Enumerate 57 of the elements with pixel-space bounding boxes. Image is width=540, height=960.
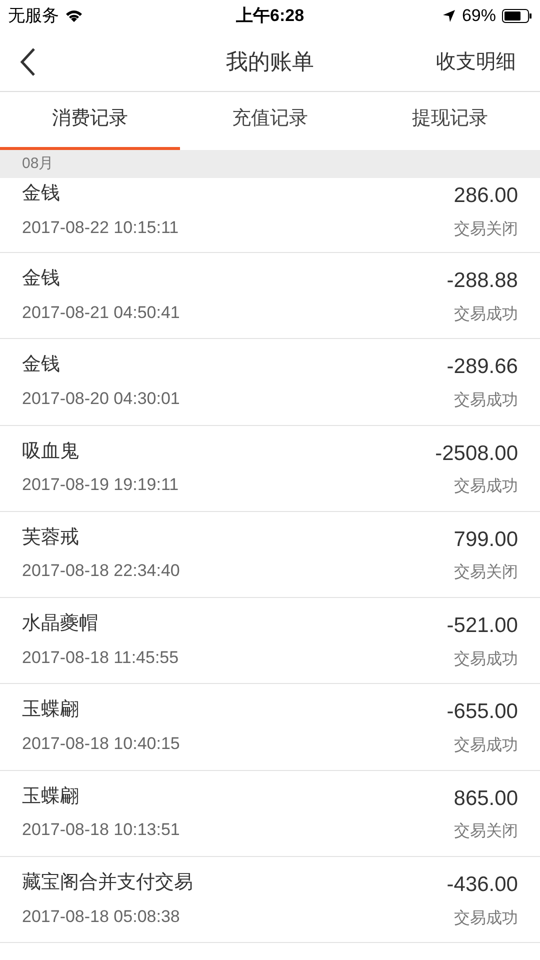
record-status: 交易关闭 bbox=[454, 220, 518, 240]
record-amount: -288.88 bbox=[446, 268, 518, 294]
record-status: 交易成功 bbox=[454, 650, 518, 670]
record-name: 玉蝶翩 bbox=[22, 784, 80, 809]
record-row[interactable]: 金钱 2017-08-20 04:30:01 -289.66 交易成功 bbox=[0, 339, 540, 426]
record-amount: -655.00 bbox=[446, 699, 518, 726]
record-time: 2017-08-20 04:30:01 bbox=[22, 388, 180, 410]
record-name: 水晶夔帽 bbox=[22, 612, 99, 636]
record-time: 2017-08-18 10:13:51 bbox=[22, 819, 180, 842]
back-chevron-icon bbox=[20, 46, 36, 76]
record-time: 2017-08-21 04:50:41 bbox=[22, 302, 180, 324]
record-time: 2017-08-19 19:19:11 bbox=[22, 474, 179, 496]
record-amount: -289.66 bbox=[446, 354, 518, 380]
record-amount: 799.00 bbox=[454, 526, 518, 553]
record-time: 2017-08-18 11:45:55 bbox=[22, 646, 179, 669]
location-icon bbox=[442, 9, 456, 23]
record-time: 2017-08-18 10:40:15 bbox=[22, 732, 180, 755]
record-amount: -521.00 bbox=[446, 613, 518, 640]
record-amount: -436.00 bbox=[446, 872, 518, 898]
record-time: 2017-08-18 05:08:38 bbox=[22, 906, 181, 928]
record-row[interactable]: 吸血鬼 2017-08-19 19:19:11 -2508.00 交易成功 bbox=[0, 426, 540, 512]
details-link[interactable]: 收支明细 bbox=[436, 46, 516, 76]
record-name: 金钱 bbox=[22, 353, 61, 378]
record-status: 交易成功 bbox=[454, 908, 518, 929]
record-row[interactable]: 藏宝阁合并支付交易 2017-08-18 05:08:38 -436.00 交易成功 bbox=[0, 857, 540, 944]
record-row[interactable]: 玉蝶翩 2017-08-18 10:13:51 865.00 交易关闭 bbox=[0, 770, 540, 858]
tab[interactable]: 提现记录 bbox=[360, 92, 540, 150]
record-status: 交易成功 bbox=[454, 476, 518, 498]
record-status: 交易成功 bbox=[454, 736, 518, 756]
page-title: 我的账单 bbox=[226, 48, 314, 76]
record-name: 藏宝阁合并支付交易 bbox=[22, 871, 193, 896]
record-amount: 286.00 bbox=[454, 183, 518, 209]
record-row[interactable]: 芙蓉戒 2017-08-18 22:34:40 799.00 交易关闭 bbox=[0, 512, 540, 598]
record-status: 交易关闭 bbox=[454, 562, 518, 584]
record-time: 2017-08-22 10:15:11 bbox=[22, 216, 179, 238]
record-status: 交易成功 bbox=[454, 390, 518, 411]
battery-percent: 69% bbox=[462, 5, 496, 28]
record-amount: -2508.00 bbox=[435, 440, 518, 467]
section-header: 08月 bbox=[0, 150, 540, 178]
record-row[interactable]: 金钱 2017-08-22 10:15:11 286.00 交易关闭 bbox=[0, 178, 540, 253]
record-time: 2017-08-18 22:34:40 bbox=[22, 560, 180, 582]
record-name: 玉蝶翩 bbox=[22, 698, 80, 722]
record-row[interactable]: 玉蝶翩 2017-08-18 10:40:15 -655.00 交易成功 bbox=[0, 684, 540, 771]
record-status: 交易成功 bbox=[454, 304, 518, 324]
carrier-label: 无服务 bbox=[8, 5, 59, 28]
battery-icon bbox=[502, 9, 532, 23]
record-row[interactable]: 水晶夔帽 2017-08-18 11:45:55 -521.00 交易成功 bbox=[0, 598, 540, 684]
clock-time: 上午6:28 bbox=[236, 5, 304, 28]
record-status: 交易关闭 bbox=[454, 822, 518, 842]
record-name: 芙蓉戒 bbox=[22, 526, 80, 550]
record-name: 吸血鬼 bbox=[22, 440, 80, 464]
record-name: 金钱 bbox=[22, 267, 61, 291]
record-name: 金钱 bbox=[22, 182, 61, 206]
tab[interactable]: 充值记录 bbox=[180, 92, 360, 150]
record-amount: 865.00 bbox=[454, 786, 518, 812]
record-row[interactable]: 金钱 2017-08-21 04:50:41 -288.88 交易成功 bbox=[0, 253, 540, 340]
wifi-icon bbox=[65, 9, 83, 23]
